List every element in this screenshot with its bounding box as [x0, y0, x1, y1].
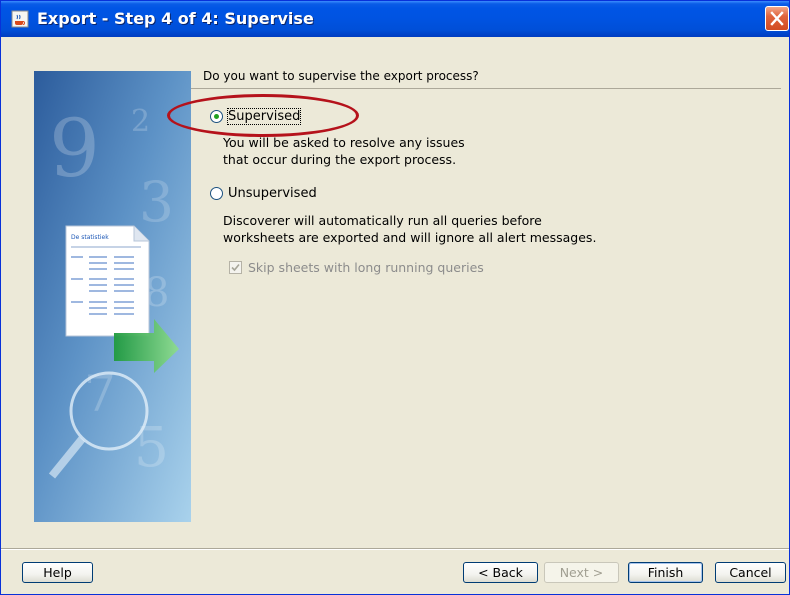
- back-button[interactable]: < Back: [463, 562, 538, 583]
- svg-text:3: 3: [139, 170, 174, 234]
- skip-sheets-checkbox[interactable]: [229, 261, 242, 274]
- cancel-button[interactable]: Cancel: [715, 562, 786, 583]
- supervise-question: Do you want to supervise the export proc…: [203, 69, 479, 83]
- close-button[interactable]: [765, 6, 789, 31]
- supervised-radio[interactable]: [210, 110, 223, 123]
- next-button[interactable]: Next >: [544, 562, 619, 583]
- window-title: Export - Step 4 of 4: Supervise: [37, 9, 314, 28]
- checkmark-icon: [231, 263, 240, 272]
- doc-heading: De statistiek: [71, 234, 109, 241]
- svg-text:9: 9: [49, 102, 100, 195]
- unsupervised-label[interactable]: Unsupervised: [228, 186, 317, 201]
- finish-button[interactable]: Finish: [628, 562, 703, 583]
- wizard-side-image: 9 2 3 8 7 5 De statistiek: [34, 71, 191, 522]
- svg-text:2: 2: [131, 104, 150, 139]
- title-bar[interactable]: Export - Step 4 of 4: Supervise: [1, 1, 789, 37]
- skip-sheets-option[interactable]: Skip sheets with long running queries: [229, 260, 484, 275]
- svg-text:5: 5: [134, 415, 169, 479]
- question-divider: [191, 88, 781, 89]
- export-illustration: 9 2 3 8 7 5 De statistiek: [34, 71, 191, 522]
- supervised-label[interactable]: Supervised: [226, 108, 302, 125]
- unsupervised-description: Discoverer will automatically run all qu…: [223, 213, 597, 245]
- supervised-option[interactable]: Supervised: [210, 108, 302, 125]
- export-wizard-window: Export - Step 4 of 4: Supervise 9 2 3 8 …: [0, 0, 790, 595]
- unsupervised-radio[interactable]: [210, 187, 223, 200]
- skip-sheets-label: Skip sheets with long running queries: [248, 260, 484, 275]
- supervised-description: You will be asked to resolve any issues …: [223, 135, 465, 167]
- java-cup-icon: [11, 10, 29, 28]
- close-icon: [770, 11, 784, 26]
- help-button[interactable]: Help: [22, 562, 93, 583]
- unsupervised-option[interactable]: Unsupervised: [210, 186, 317, 201]
